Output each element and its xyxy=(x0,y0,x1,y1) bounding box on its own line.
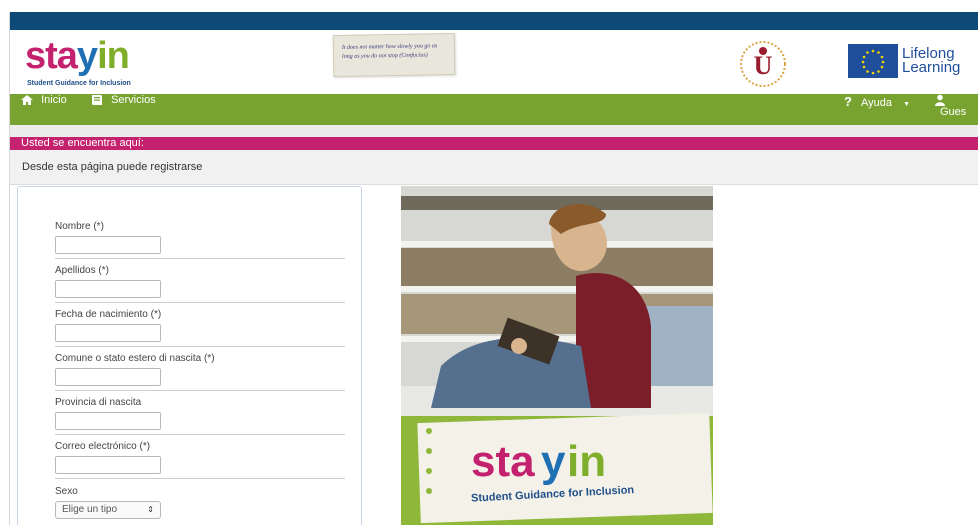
registration-form: Nombre (*) Apellidos (*) Fecha de nacimi… xyxy=(17,186,362,525)
nav-home-label: Inicio xyxy=(41,94,67,106)
page-frame: stayin Student Guidance for Inclusion It… xyxy=(9,12,978,525)
field-fecha-nacimiento: Fecha de nacimiento (*) xyxy=(55,309,345,347)
help-icon: ? xyxy=(844,94,852,109)
main-nav: Inicio Servicios ? Ayuda ▼ Gues xyxy=(10,94,978,125)
lifelong-learning-logo: Lifelong Learning xyxy=(848,44,978,84)
site-header: stayin Student Guidance for Inclusion It… xyxy=(10,30,978,94)
divider xyxy=(55,346,345,347)
nav-item-services[interactable]: Servicios xyxy=(90,94,156,125)
user-icon xyxy=(935,94,945,107)
quote-note: It does not matter how slowly you go as … xyxy=(332,32,456,78)
svg-text:y: y xyxy=(541,437,566,486)
provincia-input[interactable] xyxy=(55,412,161,430)
nombre-label: Nombre (*) xyxy=(55,221,104,232)
book-icon xyxy=(92,95,102,106)
nombre-input[interactable] xyxy=(55,236,161,254)
field-comune: Comune o stato estero di nascita (*) xyxy=(55,353,345,391)
stayin-logo[interactable]: stayin Student Guidance for Inclusion xyxy=(25,36,165,92)
top-bar xyxy=(10,12,978,30)
divider xyxy=(55,302,345,303)
comune-input[interactable] xyxy=(55,368,161,386)
sexo-select[interactable]: Elige un tipo ⇕ xyxy=(55,501,161,519)
fecha-label: Fecha de nacimiento (*) xyxy=(55,309,162,320)
divider xyxy=(55,258,345,259)
divider xyxy=(55,478,345,479)
divider xyxy=(55,390,345,391)
divider xyxy=(55,434,345,435)
select-arrows-icon: ⇕ xyxy=(147,505,154,514)
field-provincia: Provincia di nascita xyxy=(55,397,345,435)
logo-wordmark: stayin xyxy=(25,35,130,77)
nav-services-label: Servicios xyxy=(111,94,156,106)
home-icon xyxy=(21,95,33,106)
student-reading-photo: sta y in Student Guidance for Inclusion xyxy=(401,186,713,525)
nav-user-label: Gues xyxy=(940,106,967,119)
sexo-selected-value: Elige un tipo xyxy=(62,504,118,515)
breadcrumb: Usted se encuentra aquí: xyxy=(10,137,978,150)
field-apellidos: Apellidos (*) xyxy=(55,265,345,303)
svg-text:in: in xyxy=(567,437,606,486)
provincia-label: Provincia di nascita xyxy=(55,397,142,408)
nav-item-help[interactable]: ? Ayuda ▼ xyxy=(844,94,910,125)
lifelong-learning-text: Lifelong Learning xyxy=(902,45,961,76)
field-nombre: Nombre (*) xyxy=(55,221,345,259)
logo-tagline: Student Guidance for Inclusion xyxy=(27,80,131,87)
field-sexo: Sexo Elige un tipo ⇕ xyxy=(55,486,345,519)
apellidos-input[interactable] xyxy=(55,280,161,298)
fecha-input[interactable] xyxy=(55,324,161,342)
svg-text:U: U xyxy=(754,51,773,80)
correo-input[interactable] xyxy=(55,456,161,474)
chevron-down-icon: ▼ xyxy=(903,101,911,108)
apellidos-label: Apellidos (*) xyxy=(55,265,109,276)
nav-item-home[interactable]: Inicio xyxy=(20,94,67,125)
eu-flag-icon xyxy=(848,44,898,78)
nav-item-user[interactable]: Gues xyxy=(934,94,978,125)
svg-text:sta: sta xyxy=(471,437,535,486)
comune-label: Comune o stato estero di nascita (*) xyxy=(55,353,215,364)
info-bar: Desde esta página puede registrarse xyxy=(10,150,978,185)
nav-spacer xyxy=(10,125,978,137)
info-text: Desde esta página puede registrarse xyxy=(22,161,203,173)
nav-help-label: Ayuda xyxy=(861,97,893,109)
university-seal-icon: U xyxy=(736,40,790,90)
sexo-label: Sexo xyxy=(55,486,78,497)
correo-label: Correo electrónico (*) xyxy=(55,441,151,452)
field-correo: Correo electrónico (*) xyxy=(55,441,345,479)
